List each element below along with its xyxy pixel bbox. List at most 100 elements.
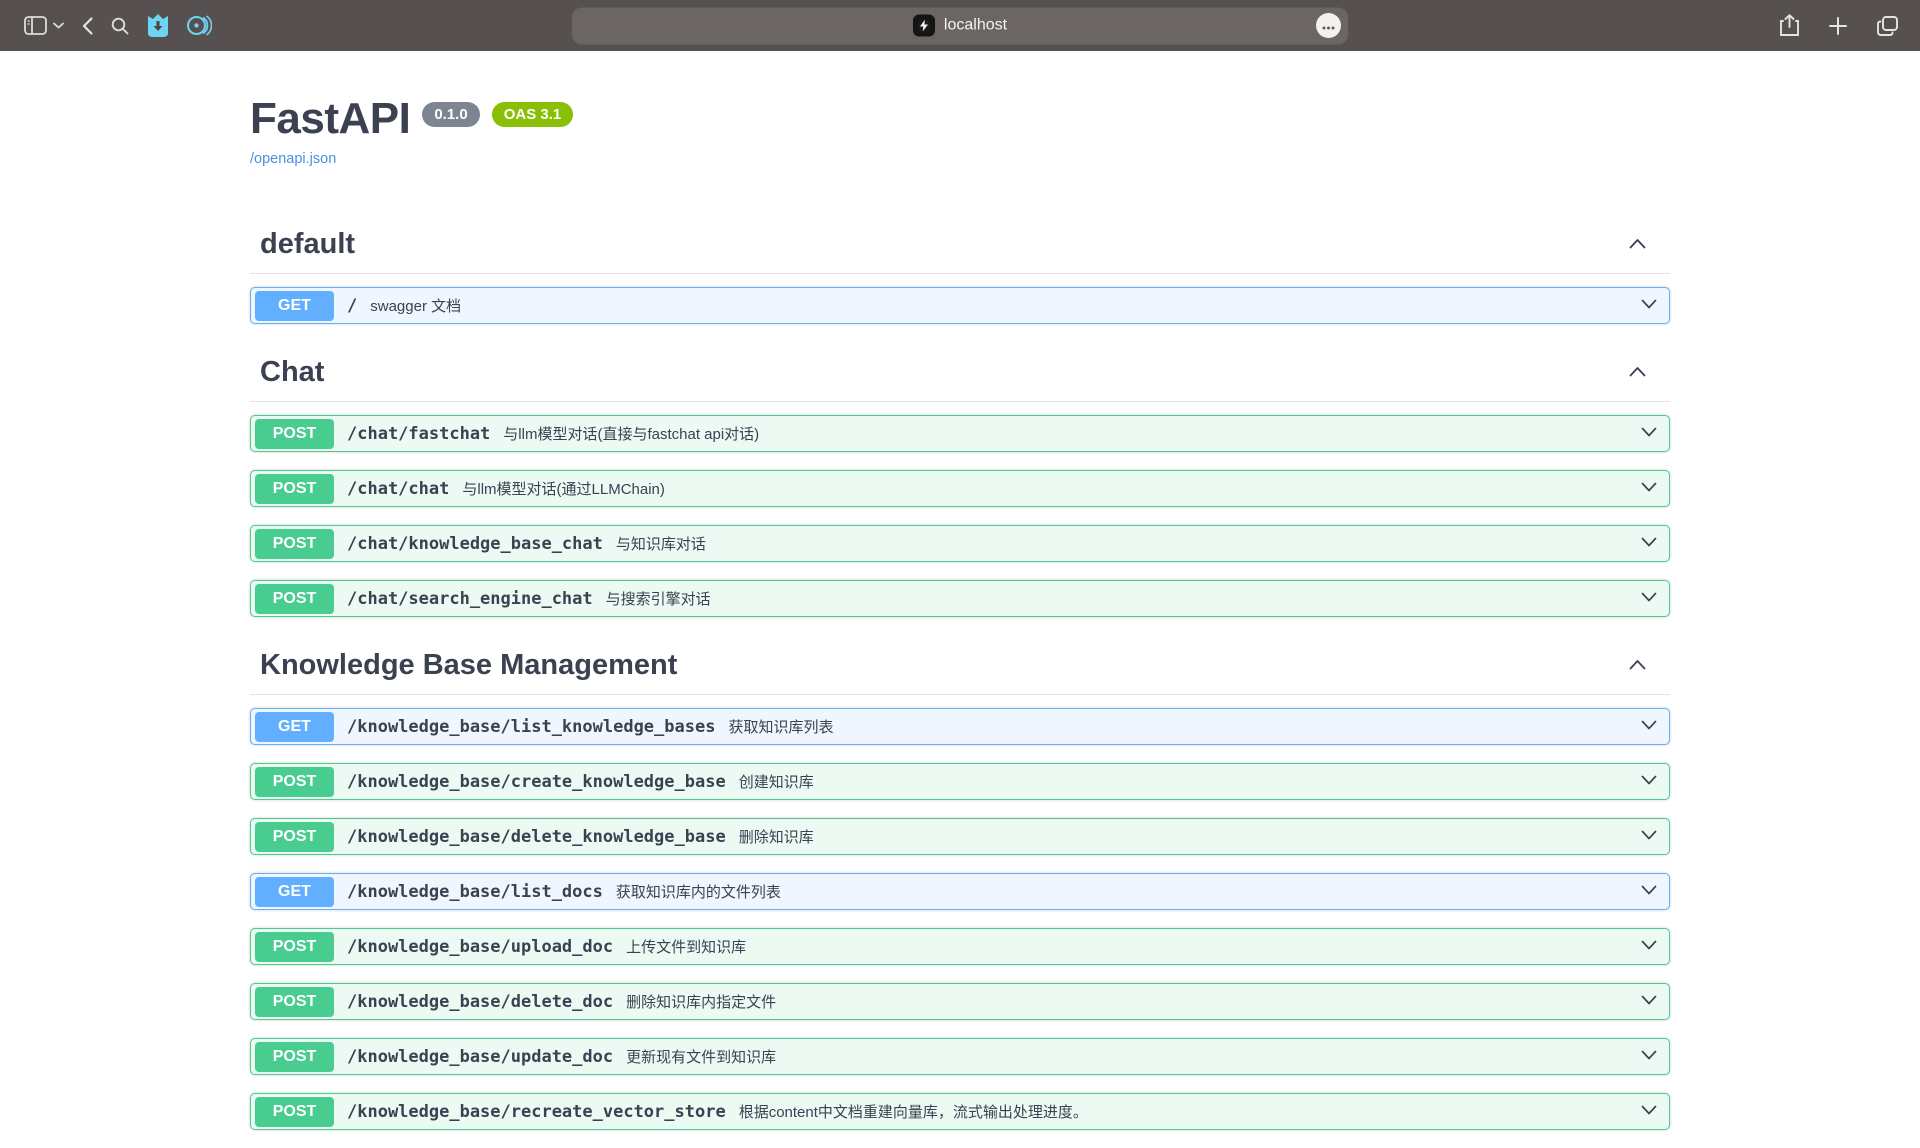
section-collapse-button[interactable] — [1621, 361, 1654, 384]
swagger-page: FastAPI 0.1.0 OAS 3.1 /openapi.json defa… — [0, 51, 1920, 1130]
extension-shield-button[interactable] — [143, 9, 173, 42]
endpoint-path: /knowledge_base/upload_doc — [347, 937, 613, 957]
section-header[interactable]: default — [250, 214, 1670, 274]
endpoint-row[interactable]: POST /chat/knowledge_base_chat 与知识库对话 — [250, 525, 1670, 562]
address-bar[interactable]: localhost — [572, 7, 1348, 44]
search-icon — [111, 17, 129, 35]
api-section: Knowledge Base Management GET /knowledge… — [250, 635, 1670, 1130]
sidebar-toggle-button[interactable] — [20, 12, 68, 39]
method-badge: POST — [255, 584, 334, 614]
endpoint-row[interactable]: POST /knowledge_base/delete_knowledge_ba… — [250, 818, 1670, 855]
chevron-down-icon — [1641, 536, 1657, 551]
section-header[interactable]: Knowledge Base Management — [250, 635, 1670, 695]
endpoint-description: 更新现有文件到知识库 — [626, 1046, 776, 1067]
expand-operation-button[interactable] — [1641, 829, 1657, 844]
section-collapse-button[interactable] — [1621, 233, 1654, 256]
endpoint-row[interactable]: POST /knowledge_base/upload_doc 上传文件到知识库 — [250, 928, 1670, 965]
expand-operation-button[interactable] — [1641, 536, 1657, 551]
endpoint-row[interactable]: POST /knowledge_base/recreate_vector_sto… — [250, 1093, 1670, 1130]
endpoint-path: /knowledge_base/list_docs — [347, 882, 603, 902]
expand-operation-button[interactable] — [1641, 591, 1657, 606]
page-title: FastAPI — [250, 95, 410, 143]
endpoint-path: /knowledge_base/update_doc — [347, 1047, 613, 1067]
extension-circles-button[interactable] — [183, 10, 216, 41]
endpoint-row[interactable]: GET / swagger 文档 — [250, 287, 1670, 324]
section-title: default — [260, 228, 355, 261]
chevron-down-icon — [1641, 994, 1657, 1009]
section-collapse-button[interactable] — [1621, 654, 1654, 677]
chevron-up-icon — [1629, 237, 1646, 252]
tabs-overview-button[interactable] — [1873, 12, 1902, 40]
endpoint-row[interactable]: GET /knowledge_base/list_docs 获取知识库内的文件列… — [250, 873, 1670, 910]
endpoint-description: 删除知识库 — [739, 826, 814, 847]
expand-operation-button[interactable] — [1641, 426, 1657, 441]
expand-operation-button[interactable] — [1641, 719, 1657, 734]
chevron-down-icon — [1641, 774, 1657, 789]
chevron-down-icon — [1641, 481, 1657, 496]
share-button[interactable] — [1776, 10, 1803, 41]
method-badge: POST — [255, 987, 334, 1017]
method-badge: POST — [255, 767, 334, 797]
expand-operation-button[interactable] — [1641, 994, 1657, 1009]
expand-operation-button[interactable] — [1641, 481, 1657, 496]
expand-operation-button[interactable] — [1641, 939, 1657, 954]
endpoint-row[interactable]: POST /chat/search_engine_chat 与搜索引擎对话 — [250, 580, 1670, 617]
method-badge: POST — [255, 822, 334, 852]
endpoint-row[interactable]: POST /knowledge_base/create_knowledge_ba… — [250, 763, 1670, 800]
expand-operation-button[interactable] — [1641, 298, 1657, 313]
chevron-down-icon — [1641, 719, 1657, 734]
chevron-down-icon — [1641, 298, 1657, 313]
endpoint-description: 与llm模型对话(通过LLMChain) — [462, 478, 665, 499]
extension-shield-icon — [147, 13, 169, 38]
expand-operation-button[interactable] — [1641, 884, 1657, 899]
api-sections: default GET / swagger 文档 Chat — [250, 214, 1670, 1130]
reader-options-button[interactable] — [1316, 13, 1341, 38]
endpoint-path: /chat/fastchat — [347, 424, 490, 444]
api-section: Chat POST /chat/fastchat 与llm模型对话(直接与fas… — [250, 342, 1670, 617]
section-title: Knowledge Base Management — [260, 649, 677, 682]
openapi-json-link[interactable]: /openapi.json — [250, 151, 336, 167]
method-badge: POST — [255, 474, 334, 504]
method-badge: POST — [255, 932, 334, 962]
new-tab-button[interactable] — [1825, 13, 1851, 39]
endpoint-description: 与知识库对话 — [616, 533, 706, 554]
extension-circles-icon — [187, 14, 212, 37]
section-rows: GET /knowledge_base/list_knowledge_bases… — [250, 695, 1670, 1130]
chevron-up-icon — [1629, 365, 1646, 380]
endpoint-path: /chat/search_engine_chat — [347, 589, 593, 609]
method-badge: POST — [255, 419, 334, 449]
search-button[interactable] — [107, 13, 133, 39]
back-button[interactable] — [78, 13, 97, 39]
endpoint-path: /knowledge_base/list_knowledge_bases — [347, 717, 715, 737]
fastapi-favicon — [913, 15, 935, 37]
endpoint-row[interactable]: GET /knowledge_base/list_knowledge_bases… — [250, 708, 1670, 745]
endpoint-path: / — [347, 296, 357, 316]
expand-operation-button[interactable] — [1641, 1104, 1657, 1119]
expand-operation-button[interactable] — [1641, 1049, 1657, 1064]
back-icon — [82, 17, 93, 35]
endpoint-row[interactable]: POST /chat/fastchat 与llm模型对话(直接与fastchat… — [250, 415, 1670, 452]
api-section: default GET / swagger 文档 — [250, 214, 1670, 324]
chevron-down-icon — [1641, 1049, 1657, 1064]
endpoint-row[interactable]: POST /knowledge_base/update_doc 更新现有文件到知… — [250, 1038, 1670, 1075]
endpoint-path: /knowledge_base/create_knowledge_base — [347, 772, 726, 792]
chevron-down-icon — [53, 22, 64, 29]
api-info: FastAPI 0.1.0 OAS 3.1 — [250, 95, 1670, 143]
endpoint-row[interactable]: POST /chat/chat 与llm模型对话(通过LLMChain) — [250, 470, 1670, 507]
share-icon — [1780, 14, 1799, 37]
endpoint-path: /knowledge_base/delete_knowledge_base — [347, 827, 726, 847]
section-title: Chat — [260, 356, 324, 389]
endpoint-path: /chat/chat — [347, 479, 449, 499]
endpoint-description: 删除知识库内指定文件 — [626, 991, 776, 1012]
endpoint-path: /knowledge_base/delete_doc — [347, 992, 613, 1012]
endpoint-row[interactable]: POST /knowledge_base/delete_doc 删除知识库内指定… — [250, 983, 1670, 1020]
browser-toolbar: localhost — [0, 0, 1920, 51]
sidebar-icon — [24, 16, 47, 35]
endpoint-description: 根据content中文档重建向量库，流式输出处理进度。 — [739, 1101, 1088, 1122]
endpoint-description: swagger 文档 — [370, 295, 461, 316]
chevron-down-icon — [1641, 591, 1657, 606]
section-header[interactable]: Chat — [250, 342, 1670, 402]
chevron-down-icon — [1641, 939, 1657, 954]
url-text: localhost — [944, 17, 1007, 35]
expand-operation-button[interactable] — [1641, 774, 1657, 789]
